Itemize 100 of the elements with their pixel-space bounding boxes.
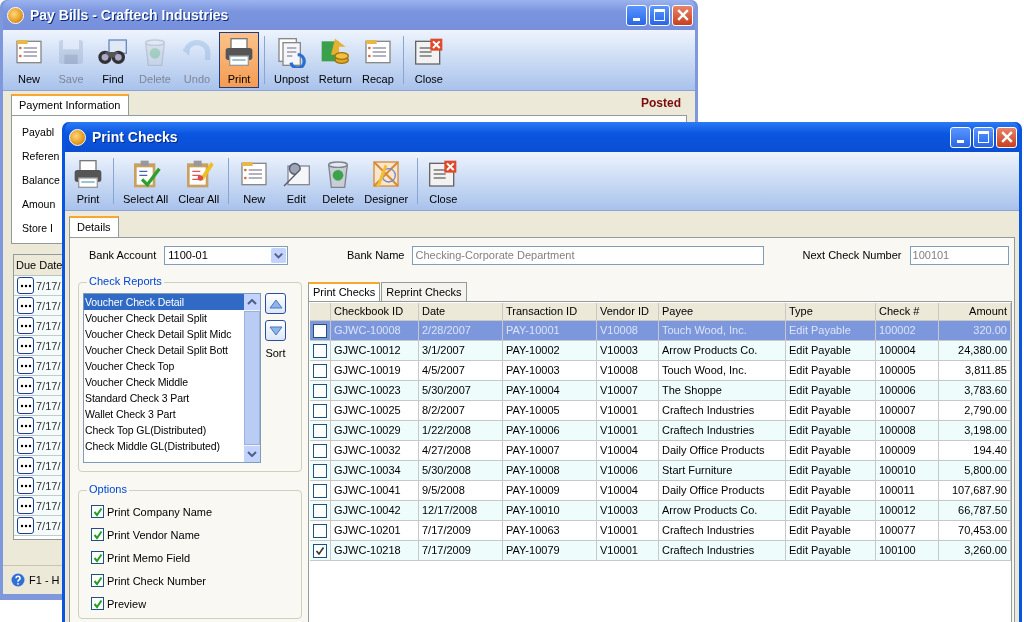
toolbar-button[interactable]: New xyxy=(9,32,49,88)
toolbar-button[interactable]: Print xyxy=(219,32,259,88)
move-down-button[interactable] xyxy=(265,320,286,341)
column-header[interactable]: Checkbook ID xyxy=(331,303,419,320)
table-cell: 100006 xyxy=(876,381,939,400)
ellipsis-icon xyxy=(19,503,32,508)
ellipsis-button[interactable] xyxy=(17,497,34,514)
ellipsis-button[interactable] xyxy=(17,417,34,434)
close-button[interactable] xyxy=(996,126,1017,148)
table-cell: PAY-10006 xyxy=(503,421,597,440)
ellipsis-button[interactable] xyxy=(17,337,34,354)
checkbox[interactable] xyxy=(313,523,327,538)
ellipsis-button[interactable] xyxy=(17,317,34,334)
toolbar-button[interactable]: Clear All xyxy=(174,154,224,208)
ellipsis-icon xyxy=(19,523,32,528)
checkbox[interactable] xyxy=(91,528,104,541)
list-item[interactable]: Voucher Check Detail Split Bott xyxy=(84,342,244,358)
checkbox[interactable] xyxy=(313,323,327,338)
checkbox[interactable] xyxy=(313,543,327,558)
column-header[interactable]: Transaction ID xyxy=(503,303,597,320)
ellipsis-icon xyxy=(19,403,32,408)
scrollbar[interactable] xyxy=(244,294,260,462)
bank-name-field[interactable]: Checking-Corporate Department xyxy=(412,245,765,265)
table-cell: V10004 xyxy=(597,441,659,460)
table-cell: 7/17/2009 xyxy=(419,521,503,540)
toolbar-button[interactable]: Find xyxy=(93,32,133,88)
list-item[interactable]: Voucher Check Middle xyxy=(84,374,244,390)
checkbox[interactable] xyxy=(313,403,327,418)
table-cell: V10001 xyxy=(597,541,659,560)
table-cell: 3,783.60 xyxy=(939,381,1011,400)
checkbox[interactable] xyxy=(313,363,327,378)
toolbar-button[interactable]: Select All xyxy=(119,154,173,208)
table-cell: V10007 xyxy=(597,381,659,400)
column-header[interactable]: Check # xyxy=(876,303,939,320)
column-header[interactable]: Amount xyxy=(939,303,1011,320)
table-cell: 1/22/2008 xyxy=(419,421,503,440)
table-cell: Touch Wood, Inc. xyxy=(659,321,786,340)
table-cell: GJWC-10034 xyxy=(331,461,419,480)
list-item[interactable]: Voucher Check Detail xyxy=(84,294,244,310)
checkbox[interactable] xyxy=(313,443,327,458)
toolbar-button[interactable]: Designer xyxy=(360,154,413,208)
checkbox[interactable] xyxy=(91,574,104,587)
checkbox[interactable] xyxy=(313,463,327,478)
toolbar-button[interactable]: Unpost xyxy=(270,32,313,88)
table-cell: PAY-10009 xyxy=(503,481,597,500)
triangle-down-icon xyxy=(268,325,283,336)
toolbar-button[interactable]: Edit xyxy=(276,154,317,208)
checkbox[interactable] xyxy=(313,503,327,518)
column-header[interactable]: Type xyxy=(786,303,876,320)
tab[interactable]: Details xyxy=(69,216,119,237)
list-item[interactable]: Standard Check 3 Part xyxy=(84,390,244,406)
field-label: Referen xyxy=(22,149,60,164)
checkbox[interactable] xyxy=(313,343,327,358)
table-cell: GJWC-10012 xyxy=(331,341,419,360)
list-item[interactable]: Wallet Check 3 Part xyxy=(84,406,244,422)
bank-account-dropdown[interactable]: 1100-01 xyxy=(164,245,289,265)
ellipsis-button[interactable] xyxy=(17,297,34,314)
table-cell: GJWC-10218 xyxy=(331,541,419,560)
column-header[interactable]: Vendor ID xyxy=(597,303,659,320)
next-check-number-field[interactable]: 100101 xyxy=(909,245,1009,265)
ellipsis-button[interactable] xyxy=(17,517,34,534)
toolbar-button[interactable]: Close xyxy=(408,32,449,88)
column-header[interactable]: Date xyxy=(419,303,503,320)
checkbox[interactable] xyxy=(91,551,104,564)
ellipsis-button[interactable] xyxy=(17,277,34,294)
checkbox[interactable] xyxy=(91,597,104,610)
ellipsis-button[interactable] xyxy=(17,437,34,454)
minimize-button[interactable] xyxy=(950,126,971,148)
toolbar-button[interactable]: New xyxy=(234,154,275,208)
ellipsis-button[interactable] xyxy=(17,457,34,474)
checkbox[interactable] xyxy=(313,383,327,398)
ellipsis-button[interactable] xyxy=(17,357,34,374)
toolbar-button[interactable]: Delete xyxy=(318,154,359,208)
table-cell: 12/17/2008 xyxy=(419,501,503,520)
list-item[interactable]: Voucher Check Detail Split Midc xyxy=(84,326,244,342)
group-title: Options xyxy=(87,483,129,495)
column-header[interactable]: Payee xyxy=(659,303,786,320)
tab[interactable]: Payment Information xyxy=(11,94,129,115)
list-item[interactable]: Voucher Check Top xyxy=(84,358,244,374)
list-item[interactable]: Check Top GL(Distributed) xyxy=(84,422,244,438)
checkbox[interactable] xyxy=(313,483,327,498)
toolbar-button[interactable]: Recap xyxy=(357,32,398,88)
list-item[interactable]: Voucher Check Detail Split xyxy=(84,310,244,326)
ellipsis-button[interactable] xyxy=(17,477,34,494)
table-cell: Daily Office Products xyxy=(659,441,786,460)
check-icon xyxy=(92,552,103,563)
toolbar-button[interactable]: Return xyxy=(314,32,356,88)
tab[interactable]: Reprint Checks xyxy=(381,282,467,301)
ellipsis-button[interactable] xyxy=(17,377,34,394)
maximize-button[interactable] xyxy=(973,126,994,148)
move-up-button[interactable] xyxy=(265,293,286,314)
toolbar-button[interactable]: Print xyxy=(68,154,108,208)
toolbar-button[interactable]: Close xyxy=(423,154,464,208)
table-cell: 100010 xyxy=(876,461,939,480)
table-cell: 7/17/ xyxy=(36,459,61,472)
list-item[interactable]: Check Middle GL(Distributed) xyxy=(84,438,244,454)
checkbox[interactable] xyxy=(91,505,104,518)
ellipsis-button[interactable] xyxy=(17,397,34,414)
checkbox[interactable] xyxy=(313,423,327,438)
tab[interactable]: Print Checks xyxy=(308,282,381,301)
